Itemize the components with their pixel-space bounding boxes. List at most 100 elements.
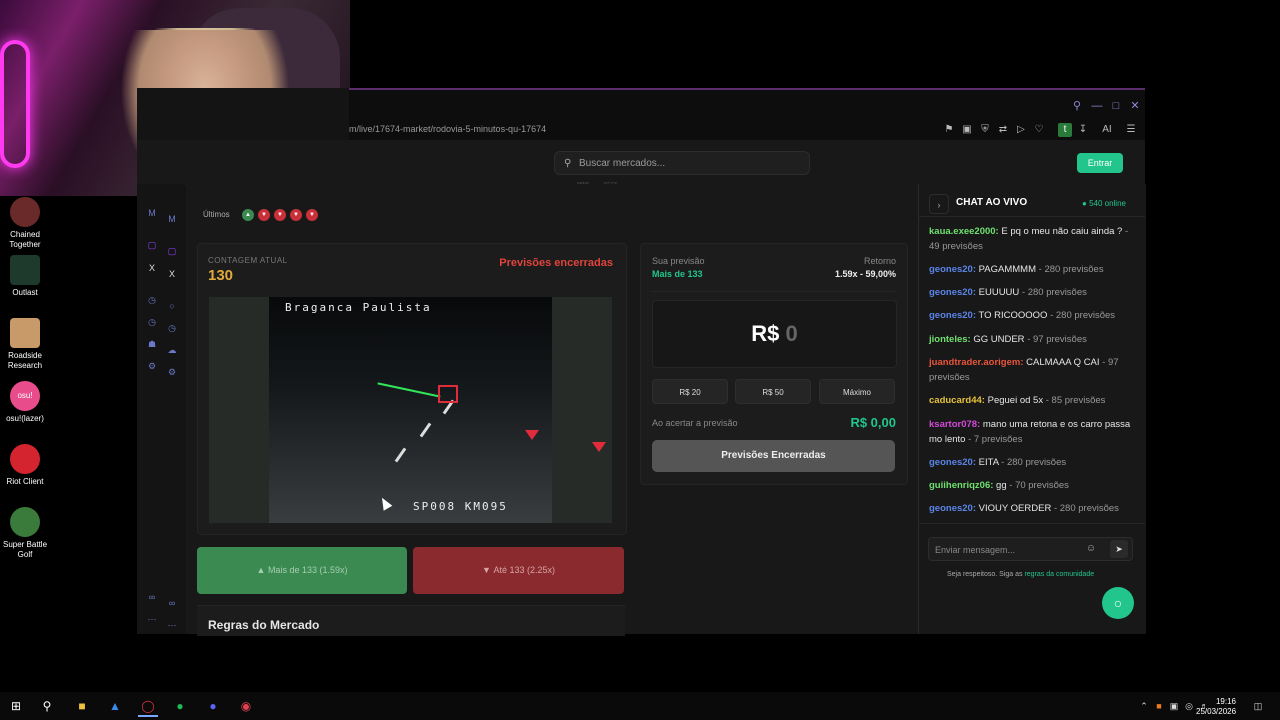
chat-message: juandtrader.aorigem: CALMAAA Q CAI - 97 … bbox=[929, 355, 1137, 385]
send-icon[interactable]: ➤ bbox=[1110, 540, 1128, 558]
clock-icon[interactable]: ◷ bbox=[165, 321, 179, 335]
notification-icon[interactable]: ◫ bbox=[1252, 700, 1264, 712]
menu-icon[interactable]: ☰ bbox=[1124, 123, 1138, 137]
chat-username[interactable]: ksartor078: bbox=[929, 419, 980, 430]
emoji-icon[interactable]: ☺ bbox=[1085, 543, 1097, 555]
amount-input[interactable]: R$ 0 bbox=[652, 300, 897, 368]
tray-app-icon[interactable]: ▣ bbox=[1168, 700, 1180, 712]
app-icon[interactable]: ▲ bbox=[105, 697, 125, 715]
desktop-icon-osu[interactable]: osu! osu!(lazer) bbox=[2, 381, 48, 424]
desktop-icon-label: Super Battle Golf bbox=[2, 540, 48, 559]
chat-guidelines: Seja respeitoso. Siga as regras da comun… bbox=[947, 571, 1094, 578]
neon-light bbox=[0, 40, 30, 168]
opera-icon[interactable]: ◯ bbox=[138, 697, 158, 717]
file-explorer-icon[interactable]: ■ bbox=[72, 697, 92, 715]
chat-meta: - 280 previsões bbox=[1021, 287, 1087, 298]
chat-message: caducard44: Peguei od 5x - 85 previsões bbox=[929, 393, 1137, 408]
tray-app-icon[interactable]: ■ bbox=[1153, 700, 1165, 712]
x-icon[interactable]: X bbox=[165, 267, 179, 281]
settings-icon[interactable]: ⚙ bbox=[165, 365, 179, 379]
chat-username[interactable]: jionteles: bbox=[929, 334, 971, 345]
chat-message: guiihenriqz06: gg - 70 previsões bbox=[929, 478, 1137, 493]
chat-username[interactable]: geones20: bbox=[929, 287, 976, 298]
maximize-icon[interactable]: □ bbox=[1109, 99, 1123, 113]
chat-message-input[interactable]: Enviar mensagem... bbox=[928, 537, 1133, 561]
chat-message: geones20: EITA - 280 previsões bbox=[929, 455, 1137, 470]
rail-icon-m2[interactable]: M bbox=[165, 212, 179, 226]
predictions-closed-button[interactable]: Previsões Encerradas bbox=[652, 440, 895, 472]
desktop-icon-riot-client[interactable]: Riot Client bbox=[2, 444, 48, 487]
your-prediction-value: Mais de 133 bbox=[652, 269, 703, 279]
windows-start-icon[interactable]: ⊞ bbox=[6, 697, 26, 715]
chat-username[interactable]: juandtrader.aorigem: bbox=[929, 357, 1024, 368]
close-icon[interactable]: ✕ bbox=[1128, 99, 1142, 113]
tray-expand-icon[interactable]: ⌃ bbox=[1138, 700, 1150, 712]
desktop-icon-super-battle-golf[interactable]: Super Battle Golf bbox=[2, 507, 48, 560]
screenshot-icon[interactable]: ▣ bbox=[960, 123, 974, 137]
expand-icon[interactable]: ∞ bbox=[165, 596, 179, 610]
ai-button[interactable]: AI bbox=[1097, 123, 1117, 137]
bet-under-button[interactable]: ▼ Até 133 (2.25x) bbox=[413, 547, 624, 594]
marker-icon bbox=[525, 430, 539, 440]
desktop-icon-chained-together[interactable]: Chained Together bbox=[2, 197, 48, 250]
community-rules-link[interactable]: regras da comunidade bbox=[1024, 571, 1094, 578]
osu-icon: osu! bbox=[10, 381, 40, 411]
chat-username[interactable]: geones20: bbox=[929, 264, 976, 275]
play-icon[interactable]: ▷ bbox=[1014, 123, 1028, 137]
spotify-icon[interactable]: ● bbox=[170, 697, 190, 715]
network-icon[interactable]: ◎ bbox=[1183, 700, 1195, 712]
cloud-icon[interactable]: ☁ bbox=[165, 343, 179, 357]
chip-20-button[interactable]: R$ 20 bbox=[652, 379, 728, 404]
clock-icon[interactable]: ◷ bbox=[145, 315, 159, 329]
chat-text: CALMAAA Q CAI bbox=[1026, 357, 1100, 368]
twitch-icon[interactable]: ▢ bbox=[165, 244, 179, 258]
app-icon[interactable]: ◉ bbox=[236, 697, 256, 715]
user-profile-icon[interactable]: t bbox=[1058, 123, 1072, 137]
heart-icon[interactable]: ♡ bbox=[1032, 123, 1046, 137]
chat-text: E pq o meu não caiu ainda ? bbox=[1001, 226, 1123, 237]
chat-username[interactable]: geones20: bbox=[929, 310, 976, 321]
chat-text: Peguei od 5x bbox=[987, 395, 1044, 406]
twitch-icon[interactable]: ▢ bbox=[145, 238, 159, 252]
desktop-icon-roadside-research[interactable]: Roadside Research bbox=[2, 318, 48, 371]
chat-text: PAGAMMMM bbox=[978, 264, 1036, 275]
bet-under-label: Até 133 (2.25x) bbox=[493, 565, 555, 575]
url-text[interactable]: m/live/17674-market/rodovia-5-minutos-qu… bbox=[349, 124, 546, 134]
more-icon[interactable]: ⋯ bbox=[165, 618, 179, 632]
support-chat-icon[interactable]: ○ bbox=[1102, 587, 1134, 619]
discord-icon[interactable]: ● bbox=[203, 697, 223, 715]
chip-50-button[interactable]: R$ 50 bbox=[735, 379, 811, 404]
collapse-chat-button[interactable]: › bbox=[929, 194, 949, 214]
chat-message: geones20: TO RICOOOOO - 280 previsões bbox=[929, 308, 1137, 323]
chat-meta: - 97 previsões bbox=[1027, 334, 1087, 345]
x-icon[interactable]: X bbox=[145, 261, 159, 275]
chat-username[interactable]: geones20: bbox=[929, 503, 976, 514]
search-icon[interactable]: ⚲ bbox=[1070, 99, 1084, 113]
desktop-icon-outlast[interactable]: Outlast bbox=[2, 255, 48, 298]
expand-icon[interactable]: ∞ bbox=[145, 590, 159, 604]
login-button[interactable]: Entrar bbox=[1077, 153, 1123, 173]
translate-icon[interactable]: ⇄ bbox=[996, 123, 1010, 137]
download-icon[interactable]: ↧ bbox=[1076, 123, 1090, 137]
history-icon[interactable]: ◷ bbox=[145, 293, 159, 307]
chat-username[interactable]: geones20: bbox=[929, 457, 976, 468]
search-icon[interactable]: ⚲ bbox=[37, 697, 57, 715]
taskbar-clock[interactable]: 19:16 25/03/2026 bbox=[1196, 697, 1236, 717]
play-circle-icon[interactable]: ○ bbox=[165, 299, 179, 313]
search-input[interactable]: ⚲ Buscar mercados... bbox=[554, 151, 810, 175]
chip-max-button[interactable]: Máximo bbox=[819, 379, 895, 404]
settings-icon[interactable]: ⚙ bbox=[145, 359, 159, 373]
recent-down-icon: ▼ bbox=[306, 209, 318, 221]
bookmark-icon[interactable]: ⚑ bbox=[942, 123, 956, 137]
recent-down-icon: ▼ bbox=[290, 209, 302, 221]
shop-icon[interactable]: ☗ bbox=[145, 337, 159, 351]
chat-username[interactable]: kaua.exee2000: bbox=[929, 226, 999, 237]
minimize-icon[interactable]: — bbox=[1090, 99, 1104, 113]
chat-text: TO RICOOOOO bbox=[978, 310, 1048, 321]
more-icon[interactable]: ⋯ bbox=[145, 612, 159, 626]
shield-icon[interactable]: ⛨ bbox=[978, 123, 992, 137]
chat-username[interactable]: guiihenriqz06: bbox=[929, 480, 993, 491]
bet-over-button[interactable]: ▲ Mais de 133 (1.59x) bbox=[197, 547, 407, 594]
chat-username[interactable]: caducard44: bbox=[929, 395, 985, 406]
rail-icon-m[interactable]: M bbox=[145, 206, 159, 220]
